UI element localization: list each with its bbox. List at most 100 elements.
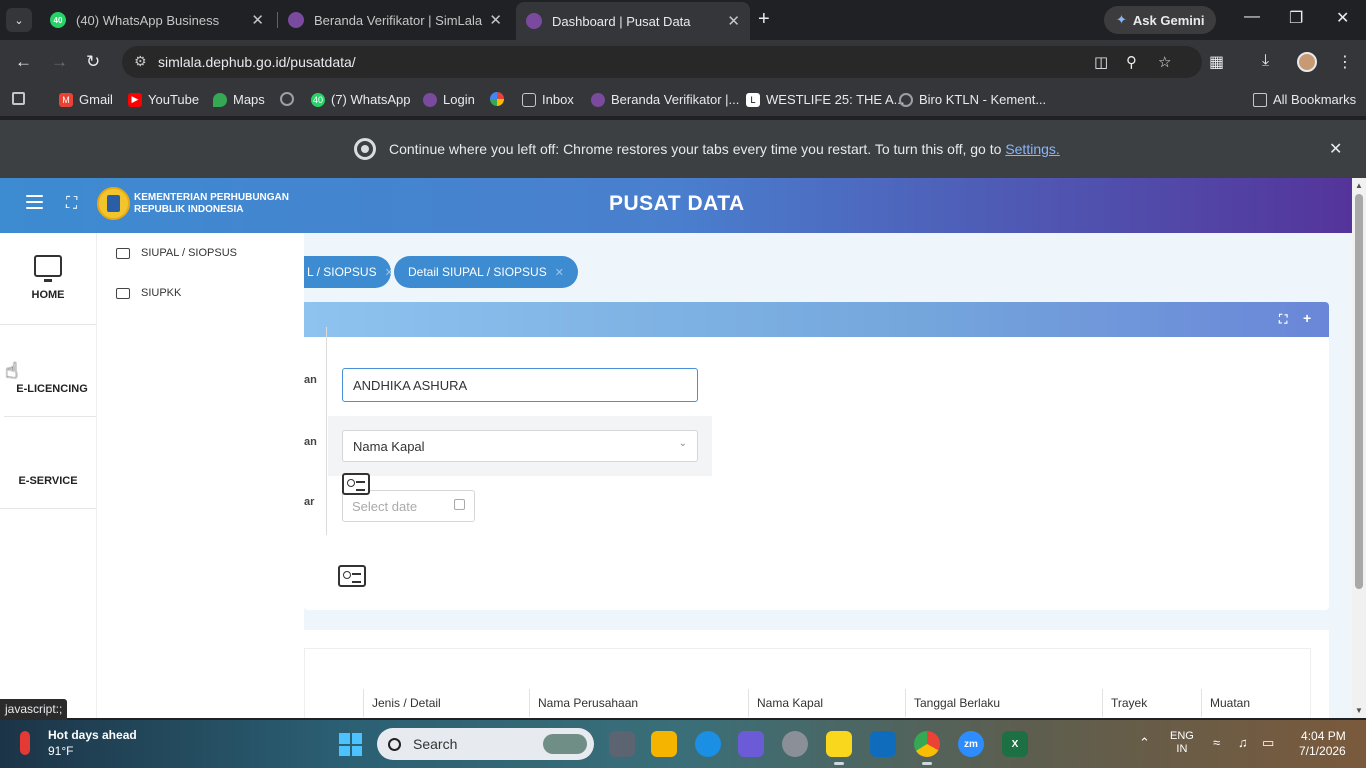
plus-icon[interactable]: + bbox=[1303, 310, 1311, 326]
search-icon bbox=[388, 737, 401, 751]
tab-simlala[interactable]: Beranda Verifikator | SimLala ✕ bbox=[278, 4, 512, 36]
battery-icon[interactable]: ▭ bbox=[1262, 735, 1274, 751]
nav-home[interactable]: HOME bbox=[0, 233, 96, 325]
bookmark-biro-ktln[interactable]: Biro KTLN - Kement... bbox=[899, 92, 1046, 107]
bookmark-maps[interactable]: Maps bbox=[213, 92, 265, 107]
hamburger-menu-icon[interactable] bbox=[26, 195, 43, 209]
camera-app-icon[interactable] bbox=[782, 731, 808, 757]
gmail-icon: M bbox=[59, 92, 73, 107]
tab-search-button[interactable]: ⌄ bbox=[6, 8, 32, 32]
bookmark-pinwheel[interactable] bbox=[490, 92, 510, 106]
install-app-icon[interactable]: ◫ bbox=[1094, 53, 1108, 71]
taskbar-search[interactable]: Search bbox=[377, 728, 594, 760]
restore-icon[interactable]: ❐ bbox=[1289, 8, 1303, 28]
column-header-trayek[interactable]: Trayek bbox=[1102, 689, 1201, 717]
bookmark-westlife[interactable]: L WESTLIFE 25: THE A... bbox=[746, 92, 904, 107]
date-placeholder: Select date bbox=[352, 499, 418, 514]
search-field-select[interactable]: Nama Kapal ⌄ bbox=[342, 430, 698, 462]
column-header-perusahaan[interactable]: Nama Perusahaan bbox=[529, 689, 748, 717]
whatsapp-icon: 40 bbox=[311, 92, 325, 107]
scroll-up-arrow-icon[interactable]: ▲ bbox=[1355, 181, 1363, 190]
new-tab-plus-icon[interactable]: + bbox=[758, 8, 770, 31]
apps-grid-icon[interactable] bbox=[12, 92, 31, 105]
gemini-sparkle-icon: ✦ bbox=[1116, 12, 1127, 27]
all-bookmarks-folder[interactable]: All Bookmarks bbox=[1253, 92, 1356, 107]
column-header-muatan[interactable]: Muatan bbox=[1201, 689, 1311, 717]
tab-pusat-data[interactable]: Dashboard | Pusat Data ✕ bbox=[516, 2, 750, 40]
language-indicator[interactable]: ENG IN bbox=[1170, 730, 1194, 756]
wifi-icon[interactable]: ≈ bbox=[1213, 735, 1220, 750]
bookmark-label: (7) WhatsApp bbox=[331, 92, 411, 107]
ministry-logo bbox=[97, 187, 130, 220]
column-header-jenis[interactable]: Jenis / Detail bbox=[363, 689, 529, 717]
id-card-icon bbox=[338, 565, 366, 587]
back-arrow-icon[interactable]: ← bbox=[15, 52, 32, 72]
extensions-icon[interactable]: ▦ bbox=[1209, 52, 1224, 72]
windows-start-icon[interactable] bbox=[339, 733, 362, 756]
results-card: Jenis / Detail Nama Perusahaan Nama Kapa… bbox=[304, 630, 1329, 718]
bookmark-globe[interactable] bbox=[280, 92, 300, 106]
zoom-icon[interactable]: ⚲ bbox=[1126, 53, 1137, 71]
zoom-app-icon[interactable]: zm bbox=[958, 731, 984, 757]
hand-cursor-icon: ☝ bbox=[5, 358, 19, 383]
status-url-bubble: javascript:; bbox=[0, 699, 68, 720]
task-view-icon[interactable] bbox=[609, 731, 635, 757]
volume-icon[interactable]: ♫ bbox=[1238, 735, 1248, 750]
bookmark-whatsapp[interactable]: 40 (7) WhatsApp bbox=[311, 92, 410, 107]
search-label: Search bbox=[413, 736, 458, 752]
app-icon[interactable] bbox=[738, 731, 764, 757]
bookmark-label: YouTube bbox=[148, 92, 200, 107]
whatsapp-favicon-icon: 40 bbox=[50, 12, 66, 28]
close-pill-icon[interactable]: ✕ bbox=[385, 266, 394, 279]
submenu-item-siupkk[interactable]: SIUPKK bbox=[116, 287, 181, 299]
bookmark-inbox[interactable]: Inbox bbox=[522, 92, 574, 107]
close-tab-icon[interactable]: ✕ bbox=[727, 12, 740, 30]
close-infobar-icon[interactable]: ✕ bbox=[1329, 139, 1342, 159]
forward-arrow-icon[interactable]: → bbox=[51, 52, 68, 72]
fullscreen-icon[interactable]: ⛶ bbox=[66, 195, 77, 213]
minimize-icon[interactable]: — bbox=[1244, 8, 1260, 26]
close-tab-icon[interactable]: ✕ bbox=[251, 11, 264, 29]
chrome-icon[interactable] bbox=[914, 731, 940, 765]
windows-taskbar: Hot days ahead 91°F Search zm X ⌃ ENG IN… bbox=[0, 720, 1366, 768]
bookmark-login[interactable]: Login bbox=[423, 92, 475, 107]
reload-icon[interactable]: ↻ bbox=[86, 52, 100, 72]
submenu-item-siupal[interactable]: SIUPAL / SIOPSUS bbox=[116, 247, 237, 259]
bookmark-beranda[interactable]: Beranda Verifikator |... bbox=[591, 92, 739, 107]
close-pill-icon[interactable]: ✕ bbox=[555, 266, 564, 279]
scroll-down-arrow-icon[interactable]: ▼ bbox=[1355, 706, 1363, 715]
menu-kebab-icon[interactable]: ⋮ bbox=[1337, 52, 1353, 72]
close-tab-icon[interactable]: ✕ bbox=[489, 11, 502, 29]
clock-date: 7/1/2026 bbox=[1299, 744, 1346, 758]
tab-whatsapp[interactable]: 40 (40) WhatsApp Business ✕ bbox=[40, 4, 274, 36]
tray-chevron-up-icon[interactable]: ⌃ bbox=[1139, 735, 1150, 751]
edge-icon[interactable] bbox=[695, 731, 721, 757]
bookmark-youtube[interactable]: ▶ YouTube bbox=[128, 92, 199, 107]
close-window-icon[interactable]: ✕ bbox=[1336, 8, 1349, 28]
file-explorer-icon[interactable] bbox=[651, 731, 677, 757]
address-url[interactable]: simlala.dephub.go.id/pusatdata/ bbox=[158, 54, 356, 70]
expand-icon[interactable]: ⛶ bbox=[1279, 312, 1287, 327]
outlook-icon[interactable] bbox=[870, 731, 896, 757]
weather-widget[interactable]: Hot days ahead 91°F bbox=[20, 728, 137, 758]
tab-pill-detail-siupal[interactable]: Detail SIUPAL / SIOPSUS ✕ bbox=[394, 256, 578, 288]
page-scrollbar[interactable]: ▲ ▼ bbox=[1352, 178, 1366, 718]
column-header-tanggal[interactable]: Tanggal Berlaku bbox=[905, 689, 1102, 717]
settings-link[interactable]: Settings. bbox=[1005, 141, 1059, 157]
bookmark-gmail[interactable]: M Gmail bbox=[59, 92, 113, 107]
taskbar-clock[interactable]: 4:04 PM 7/1/2026 bbox=[1299, 729, 1346, 759]
ask-gemini-button[interactable]: ✦ Ask Gemini bbox=[1104, 6, 1217, 34]
bookmark-star-icon[interactable]: ☆ bbox=[1158, 53, 1171, 71]
address-bar[interactable]: ⚙ simlala.dephub.go.id/pusatdata/ ◫ ⚲ ☆ bbox=[122, 46, 1202, 78]
downloads-icon[interactable]: ⤓ bbox=[1262, 52, 1269, 70]
sticky-notes-icon[interactable] bbox=[826, 731, 852, 765]
name-input[interactable]: ANDHIKA ASHURA bbox=[342, 368, 698, 402]
excel-icon[interactable]: X bbox=[1002, 731, 1028, 757]
column-header-kapal[interactable]: Nama Kapal bbox=[748, 689, 905, 717]
nav-e-service[interactable]: E-SERVICE bbox=[0, 417, 366, 587]
thermometer-icon bbox=[20, 731, 30, 755]
scrollbar-thumb[interactable] bbox=[1355, 194, 1363, 589]
profile-avatar[interactable] bbox=[1297, 52, 1317, 72]
tab-title: Beranda Verifikator | SimLala bbox=[314, 12, 483, 28]
site-info-icon[interactable]: ⚙ bbox=[134, 53, 147, 70]
